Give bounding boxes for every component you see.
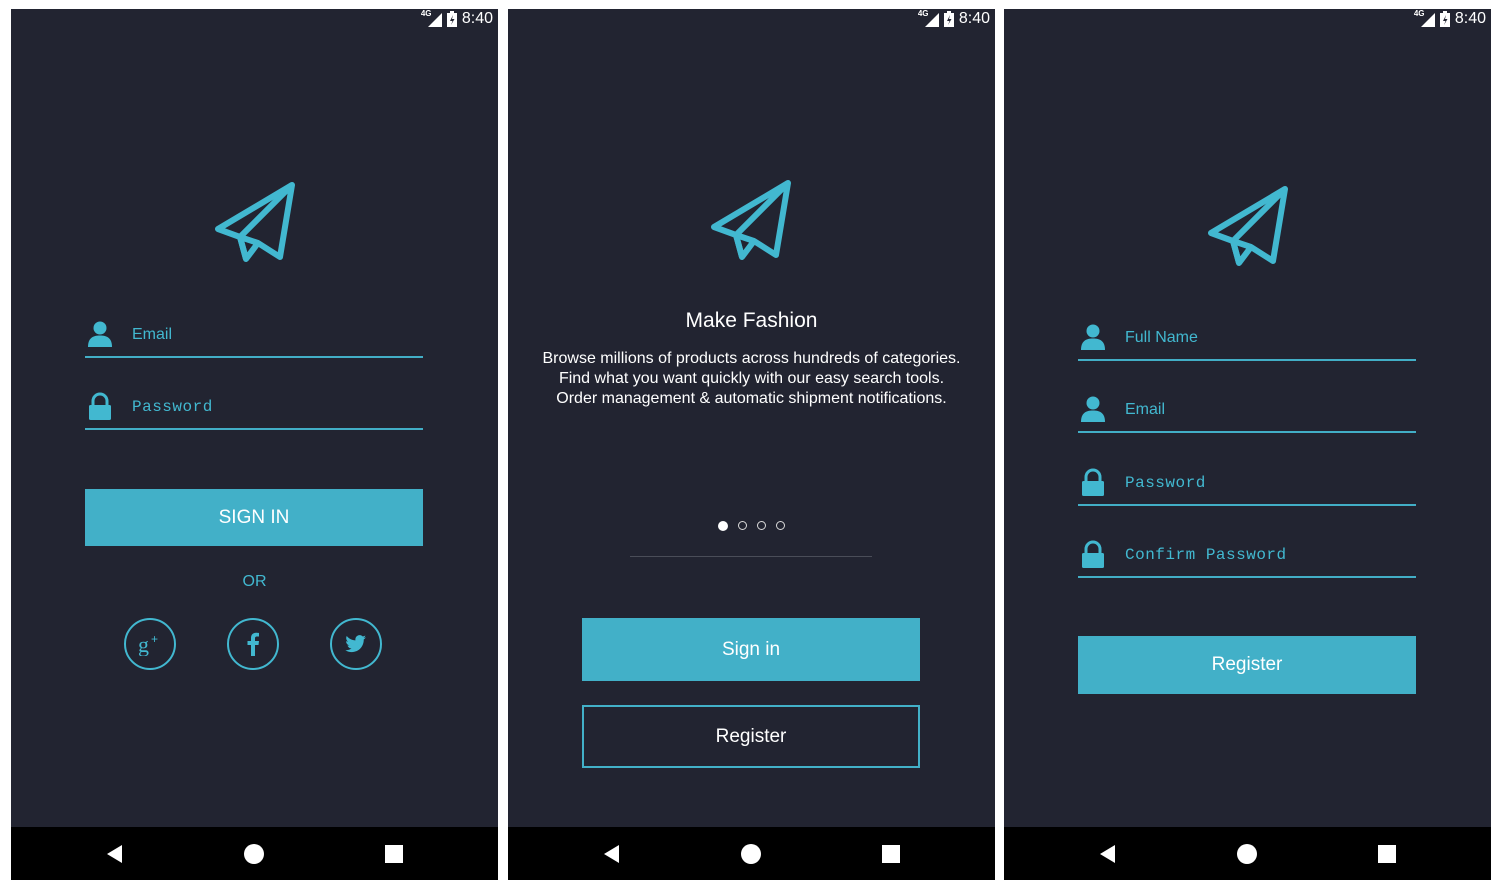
password-field[interactable]: Password: [85, 384, 423, 430]
home-icon[interactable]: [740, 843, 762, 865]
full-name-field[interactable]: Full Name: [1078, 315, 1416, 361]
cellular-signal-icon: 4G: [421, 9, 442, 27]
status-time: 8:40: [461, 10, 493, 27]
password-field[interactable]: Password: [1078, 460, 1416, 506]
paper-plane-logo-icon: [1207, 185, 1291, 269]
back-icon[interactable]: [104, 843, 126, 865]
email-field[interactable]: Email: [85, 312, 423, 358]
navigation-bar: [508, 827, 995, 880]
page-dot[interactable]: [718, 521, 728, 531]
user-icon: [87, 320, 113, 348]
page-indicator: [508, 521, 995, 531]
intro-description: Browse millions of products across hundr…: [542, 350, 961, 407]
divider: [630, 556, 872, 557]
register-screen: 4G 8:40 Full Name Email Password Confirm…: [1004, 9, 1491, 880]
home-icon[interactable]: [1236, 843, 1258, 865]
svg-text:g: g: [138, 632, 149, 656]
twitter-icon: [345, 635, 366, 653]
lock-icon: [1080, 540, 1106, 568]
cellular-signal-icon: 4G: [1414, 9, 1435, 27]
svg-text:+: +: [151, 632, 158, 646]
register-button[interactable]: Register: [582, 705, 920, 768]
twitter-button[interactable]: [330, 618, 382, 670]
password-placeholder: Password: [132, 398, 213, 416]
paper-plane-logo-icon: [214, 181, 298, 265]
status-bar: 4G 8:40: [508, 9, 995, 29]
email-field[interactable]: Email: [1078, 387, 1416, 433]
sign-in-button[interactable]: Sign in: [582, 618, 920, 681]
battery-charging-icon: [447, 11, 457, 27]
page-dot[interactable]: [776, 521, 785, 530]
home-icon[interactable]: [243, 843, 265, 865]
email-placeholder: Email: [132, 326, 173, 343]
email-placeholder: Email: [1125, 401, 1166, 418]
lock-icon: [87, 392, 113, 420]
user-icon: [1080, 323, 1106, 351]
intro-screen: 4G 8:40 Make Fashion Browse millions of …: [508, 9, 995, 880]
confirm-password-field[interactable]: Confirm Password: [1078, 532, 1416, 578]
recents-icon[interactable]: [880, 843, 902, 865]
status-bar: 4G 8:40: [1004, 9, 1491, 29]
page-dot[interactable]: [738, 521, 747, 530]
google-plus-icon: g +: [138, 632, 158, 656]
status-bar: 4G 8:40: [11, 9, 498, 29]
or-separator: OR: [242, 573, 267, 590]
register-button[interactable]: Register: [1078, 636, 1416, 694]
intro-title: Make Fashion: [685, 309, 818, 332]
back-icon[interactable]: [1097, 843, 1119, 865]
login-screen: 4G 8:40 Email Password SIGN IN OR g +: [11, 9, 498, 880]
battery-charging-icon: [944, 11, 954, 27]
full-name-placeholder: Full Name: [1125, 329, 1198, 346]
sign-in-button[interactable]: SIGN IN: [85, 489, 423, 546]
navigation-bar: [1004, 827, 1491, 880]
paper-plane-logo-icon: [710, 179, 794, 263]
password-placeholder: Password: [1125, 474, 1206, 492]
confirm-password-placeholder: Confirm Password: [1125, 546, 1287, 564]
status-time: 8:40: [958, 10, 990, 27]
facebook-button[interactable]: [227, 618, 279, 670]
navigation-bar: [11, 827, 498, 880]
google-plus-button[interactable]: g +: [124, 618, 176, 670]
back-icon[interactable]: [601, 843, 623, 865]
page-dot[interactable]: [757, 521, 766, 530]
recents-icon[interactable]: [1376, 843, 1398, 865]
cellular-signal-icon: 4G: [918, 9, 939, 27]
status-time: 8:40: [1454, 10, 1486, 27]
recents-icon[interactable]: [383, 843, 405, 865]
facebook-icon: [247, 632, 259, 656]
user-icon: [1080, 395, 1106, 423]
lock-icon: [1080, 468, 1106, 496]
battery-charging-icon: [1440, 11, 1450, 27]
